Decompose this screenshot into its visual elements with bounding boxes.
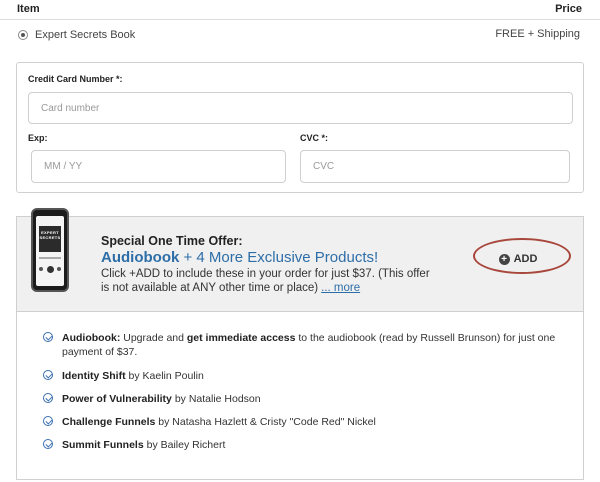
feature-title: Summit Funnels bbox=[62, 439, 144, 451]
feature-item-audiobook: Audiobook: Upgrade and get immediate acc… bbox=[43, 331, 562, 359]
feature-item-power-of-vulnerability: Power of Vulnerability by Natalie Hodson bbox=[43, 392, 562, 406]
offer-title: Special One Time Offer: bbox=[101, 234, 243, 248]
offer-headline-bold: Audiobook bbox=[101, 249, 180, 266]
cvc-label: CVC *: bbox=[300, 133, 329, 143]
plus-circle-icon: + bbox=[498, 253, 510, 265]
feature-author: by Natalie Hodson bbox=[174, 393, 261, 405]
more-link[interactable]: ... more bbox=[321, 282, 360, 294]
card-number-input[interactable]: Card number bbox=[28, 92, 573, 124]
feature-title: Challenge Funnels bbox=[62, 416, 156, 428]
offer-headline-rest: + 4 More Exclusive Products! bbox=[183, 249, 379, 266]
offer-description: Click +ADD to include these in your orde… bbox=[101, 267, 441, 295]
product-price: FREE + Shipping bbox=[495, 28, 580, 40]
check-circle-icon bbox=[43, 416, 53, 426]
product-row[interactable]: Expert Secrets Book FREE + Shipping bbox=[0, 20, 600, 52]
cvc-input[interactable]: CVC bbox=[300, 150, 570, 183]
offer-description-text: Click +ADD to include these in your orde… bbox=[101, 268, 430, 294]
feature-highlight: get immediate access bbox=[186, 332, 296, 344]
offer-features-list: Audiobook: Upgrade and get immediate acc… bbox=[16, 312, 584, 480]
audiobook-phone-image: EXPERT SECRETS bbox=[31, 208, 69, 292]
feature-author: by Kaelin Poulin bbox=[128, 370, 204, 382]
feature-text: Upgrade and bbox=[123, 332, 184, 344]
check-circle-icon bbox=[43, 332, 53, 342]
add-offer-button[interactable]: + ADD bbox=[470, 246, 566, 272]
credit-card-form: Credit Card Number *: Card number Exp: M… bbox=[16, 62, 584, 193]
feature-title: Audiobook: bbox=[62, 332, 121, 344]
product-name: Expert Secrets Book bbox=[35, 29, 136, 41]
order-table-header: Item Price bbox=[0, 0, 600, 20]
product-radio[interactable] bbox=[18, 30, 28, 40]
item-column-header: Item bbox=[17, 3, 40, 15]
feature-author: by Natasha Hazlett & Cristy "Code Red" N… bbox=[158, 416, 376, 428]
exp-input[interactable]: MM / YY bbox=[31, 150, 286, 183]
check-circle-icon bbox=[43, 393, 53, 403]
offer-headline: Audiobook + 4 More Exclusive Products! bbox=[101, 249, 378, 266]
book-cover: EXPERT SECRETS bbox=[39, 226, 61, 252]
feature-item-challenge-funnels: Challenge Funnels by Natasha Hazlett & C… bbox=[43, 415, 562, 429]
check-circle-icon bbox=[43, 439, 53, 449]
feature-title: Identity Shift bbox=[62, 370, 126, 382]
check-circle-icon bbox=[43, 370, 53, 380]
exp-label: Exp: bbox=[28, 133, 48, 143]
price-column-header: Price bbox=[555, 3, 582, 15]
feature-item-summit-funnels: Summit Funnels by Bailey Richert bbox=[43, 438, 562, 452]
add-button-label: ADD bbox=[513, 253, 538, 265]
feature-author: by Bailey Richert bbox=[146, 439, 226, 451]
feature-item-identity-shift: Identity Shift by Kaelin Poulin bbox=[43, 369, 562, 383]
card-number-label: Credit Card Number *: bbox=[28, 74, 123, 84]
feature-title: Power of Vulnerability bbox=[62, 393, 172, 405]
